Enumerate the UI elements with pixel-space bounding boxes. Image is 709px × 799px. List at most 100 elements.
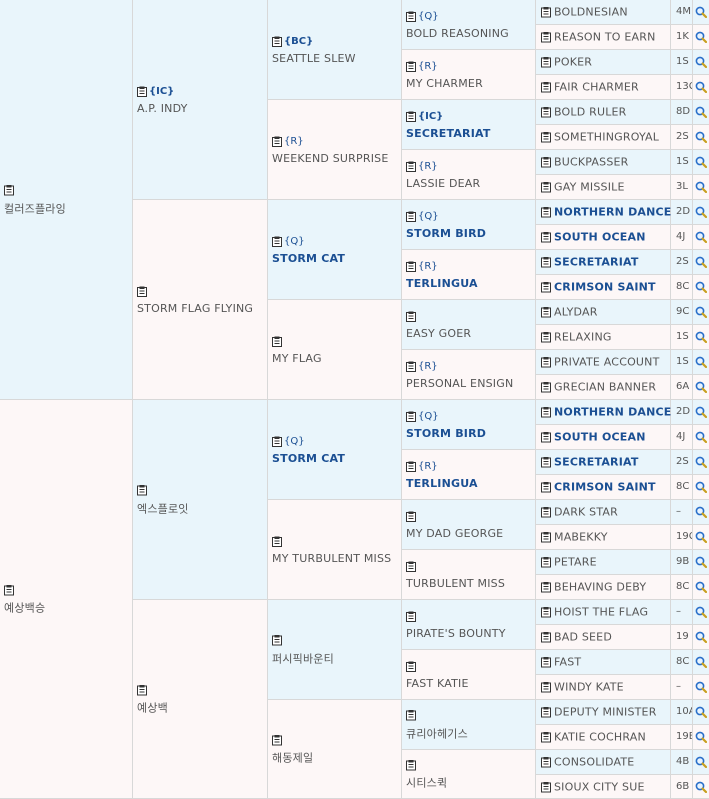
- pedigree-cell-gen5[interactable]: PETARE: [536, 550, 671, 575]
- clipboard-icon[interactable]: [541, 132, 551, 143]
- pedigree-cell-gen5[interactable]: SECRETARIAT: [536, 250, 671, 275]
- magnifier-icon[interactable]: [693, 225, 709, 250]
- pedigree-cell-gen4[interactable]: TURBULENT MISS: [402, 550, 536, 600]
- pedigree-cell-gen5[interactable]: FAIR CHARMER: [536, 75, 671, 100]
- magnifier-icon[interactable]: [693, 600, 709, 625]
- horse-name[interactable]: SECRETARIAT: [554, 256, 639, 269]
- horse-name[interactable]: GAY MISSILE: [554, 181, 625, 194]
- pedigree-cell-gen5[interactable]: BUCKPASSER: [536, 150, 671, 175]
- clipboard-icon[interactable]: [406, 361, 416, 372]
- magnifier-icon[interactable]: [693, 75, 709, 100]
- horse-name[interactable]: A.P. INDY: [137, 102, 265, 115]
- clipboard-icon[interactable]: [406, 211, 416, 222]
- pedigree-cell-gen5[interactable]: ALYDAR: [536, 300, 671, 325]
- pedigree-cell-gen2[interactable]: {IC} A.P. INDY: [133, 0, 268, 200]
- clipboard-icon[interactable]: [406, 161, 416, 172]
- clipboard-icon[interactable]: [541, 781, 551, 792]
- clipboard-icon[interactable]: [272, 734, 282, 745]
- horse-name[interactable]: POKER: [554, 56, 592, 69]
- pedigree-cell-gen3[interactable]: 해동제일: [268, 700, 402, 799]
- horse-name[interactable]: STORM FLAG FLYING: [137, 302, 265, 315]
- magnifier-icon[interactable]: [693, 650, 709, 675]
- clipboard-icon[interactable]: [541, 157, 551, 168]
- clipboard-icon[interactable]: [541, 407, 551, 418]
- magnifier-icon[interactable]: [693, 775, 709, 799]
- clipboard-icon[interactable]: [4, 185, 14, 196]
- clipboard-icon[interactable]: [406, 61, 416, 72]
- horse-name[interactable]: PETARE: [554, 556, 597, 569]
- horse-name[interactable]: SECRETARIAT: [554, 456, 639, 469]
- pedigree-cell-gen3[interactable]: MY FLAG: [268, 300, 402, 400]
- clipboard-icon[interactable]: [541, 32, 551, 43]
- horse-name[interactable]: STORM BIRD: [406, 227, 533, 240]
- horse-name[interactable]: STORM CAT: [272, 452, 399, 465]
- clipboard-icon[interactable]: [541, 607, 551, 618]
- magnifier-icon[interactable]: [693, 450, 709, 475]
- pedigree-cell-gen5[interactable]: BAD SEED: [536, 625, 671, 650]
- horse-name[interactable]: SOUTH OCEAN: [554, 431, 646, 444]
- pedigree-cell-gen4[interactable]: PIRATE'S BOUNTY: [402, 600, 536, 650]
- horse-name[interactable]: ALYDAR: [554, 306, 598, 319]
- clipboard-icon[interactable]: [4, 584, 14, 595]
- horse-name[interactable]: MY FLAG: [272, 352, 399, 365]
- horse-name[interactable]: FAST KATIE: [406, 677, 533, 690]
- pedigree-cell-gen5[interactable]: SOMETHINGROYAL: [536, 125, 671, 150]
- pedigree-cell-gen4[interactable]: {Q} STORM BIRD: [402, 200, 536, 250]
- pedigree-cell-gen5[interactable]: NORTHERN DANCER: [536, 400, 680, 425]
- clipboard-icon[interactable]: [541, 7, 551, 18]
- clipboard-icon[interactable]: [541, 757, 551, 768]
- magnifier-icon[interactable]: [693, 300, 709, 325]
- horse-name[interactable]: SIOUX CITY SUE: [554, 780, 645, 793]
- pedigree-cell-gen5[interactable]: CONSOLIDATE: [536, 750, 671, 775]
- pedigree-cell-gen4[interactable]: {R} LASSIE DEAR: [402, 150, 536, 200]
- pedigree-cell-gen5[interactable]: BOLD RULER: [536, 100, 671, 125]
- pedigree-cell-gen3[interactable]: {R} WEEKEND SURPRISE: [268, 100, 402, 200]
- horse-name[interactable]: SEATTLE SLEW: [272, 52, 399, 65]
- pedigree-cell-gen4[interactable]: 시티스퀵: [402, 750, 536, 799]
- pedigree-cell-gen5[interactable]: GRECIAN BANNER: [536, 375, 671, 400]
- magnifier-icon[interactable]: [693, 175, 709, 200]
- magnifier-icon[interactable]: [693, 725, 709, 750]
- pedigree-cell-gen2[interactable]: STORM FLAG FLYING: [133, 200, 268, 400]
- clipboard-icon[interactable]: [541, 732, 551, 743]
- horse-name[interactable]: DARK STAR: [554, 506, 618, 519]
- clipboard-icon[interactable]: [272, 336, 282, 347]
- clipboard-icon[interactable]: [541, 432, 551, 443]
- horse-name[interactable]: 컬러즈플라잉: [4, 200, 130, 216]
- horse-name[interactable]: WEEKEND SURPRISE: [272, 152, 399, 165]
- magnifier-icon[interactable]: [693, 375, 709, 400]
- horse-name[interactable]: FAST: [554, 656, 581, 669]
- horse-name[interactable]: 큐리아헤기스: [406, 725, 533, 741]
- clipboard-icon[interactable]: [272, 136, 282, 147]
- clipboard-icon[interactable]: [541, 657, 551, 668]
- pedigree-cell-gen3[interactable]: 퍼시픽바운티: [268, 600, 402, 700]
- horse-name[interactable]: BUCKPASSER: [554, 156, 629, 169]
- clipboard-icon[interactable]: [272, 536, 282, 547]
- clipboard-icon[interactable]: [406, 511, 416, 522]
- horse-name[interactable]: HOIST THE FLAG: [554, 606, 648, 619]
- magnifier-icon[interactable]: [693, 0, 709, 25]
- pedigree-cell-gen5[interactable]: DEPUTY MINISTER: [536, 700, 671, 725]
- pedigree-cell-gen5[interactable]: GAY MISSILE: [536, 175, 671, 200]
- horse-name[interactable]: 엑스플로잇: [137, 500, 265, 516]
- clipboard-icon[interactable]: [541, 57, 551, 68]
- horse-name[interactable]: MY TURBULENT MISS: [272, 552, 399, 565]
- horse-name[interactable]: BOLDNESIAN: [554, 6, 628, 19]
- clipboard-icon[interactable]: [406, 759, 416, 770]
- pedigree-cell-gen3[interactable]: {Q} STORM CAT: [268, 200, 402, 300]
- horse-name[interactable]: 해동제일: [272, 750, 399, 766]
- clipboard-icon[interactable]: [541, 557, 551, 568]
- horse-name[interactable]: STORM BIRD: [406, 427, 533, 440]
- horse-name[interactable]: WINDY KATE: [554, 681, 624, 694]
- magnifier-icon[interactable]: [693, 675, 709, 700]
- clipboard-icon[interactable]: [272, 36, 282, 47]
- clipboard-icon[interactable]: [406, 411, 416, 422]
- clipboard-icon[interactable]: [541, 357, 551, 368]
- pedigree-cell-gen4[interactable]: MY DAD GEORGE: [402, 500, 536, 550]
- clipboard-icon[interactable]: [541, 682, 551, 693]
- horse-name[interactable]: BEHAVING DEBY: [554, 581, 646, 594]
- pedigree-cell-gen2[interactable]: 엑스플로잇: [133, 400, 268, 600]
- clipboard-icon[interactable]: [541, 482, 551, 493]
- horse-name[interactable]: MABEKKY: [554, 531, 608, 544]
- clipboard-icon[interactable]: [137, 684, 147, 695]
